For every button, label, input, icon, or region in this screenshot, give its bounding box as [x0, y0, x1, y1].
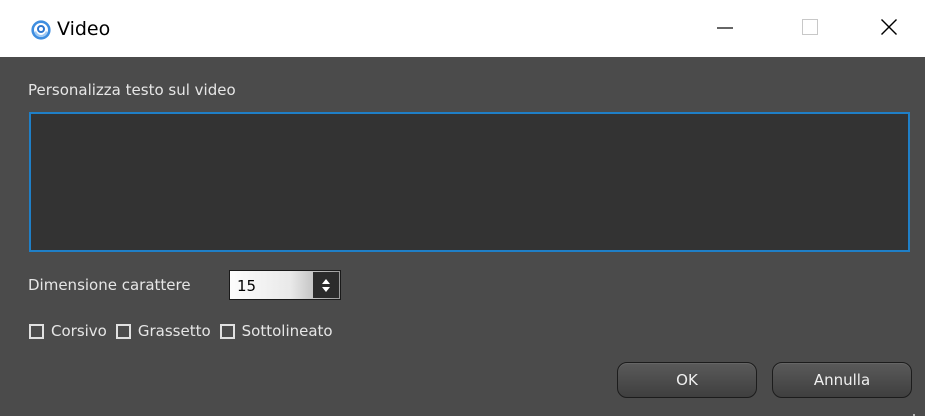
bold-option[interactable]: Grassetto — [115, 321, 211, 341]
font-size-value[interactable]: 15 — [237, 276, 256, 296]
cancel-button[interactable]: Annulla — [772, 362, 912, 398]
bold-checkbox[interactable] — [115, 323, 131, 339]
underline-checkbox[interactable] — [219, 323, 235, 339]
text-style-options: Corsivo Grassetto Sottolineato — [29, 321, 342, 341]
video-text-label: Personalizza testo sul video — [28, 81, 236, 99]
italic-option[interactable]: Corsivo — [29, 321, 107, 341]
arrow-up-icon[interactable] — [322, 278, 330, 284]
close-icon — [880, 18, 898, 40]
italic-checkbox[interactable] — [29, 323, 44, 339]
bold-label[interactable]: Grassetto — [138, 321, 211, 341]
video-dialog: Video Personalizza testo sul video Dimen… — [0, 0, 925, 416]
minimize-button[interactable] — [695, 0, 755, 57]
font-size-label: Dimensione carattere — [28, 276, 191, 294]
maximize-button[interactable] — [780, 0, 840, 57]
arrow-down-icon[interactable] — [322, 286, 330, 292]
video-text-input[interactable] — [29, 112, 910, 252]
maximize-icon — [801, 18, 819, 40]
resize-grip-icon[interactable] — [908, 406, 916, 416]
ok-button[interactable]: OK — [617, 362, 757, 398]
underline-option[interactable]: Sottolineato — [219, 321, 333, 341]
minimize-icon — [716, 18, 734, 40]
title-bar: Video — [0, 0, 925, 57]
spin-arrows[interactable] — [313, 272, 339, 298]
window-title: Video — [57, 18, 111, 40]
underline-label[interactable]: Sottolineato — [242, 321, 333, 341]
swirl-logo-icon — [31, 20, 51, 40]
font-size-spinbox[interactable]: 15 — [229, 270, 341, 300]
italic-label[interactable]: Corsivo — [51, 321, 107, 341]
close-button[interactable] — [859, 0, 919, 57]
